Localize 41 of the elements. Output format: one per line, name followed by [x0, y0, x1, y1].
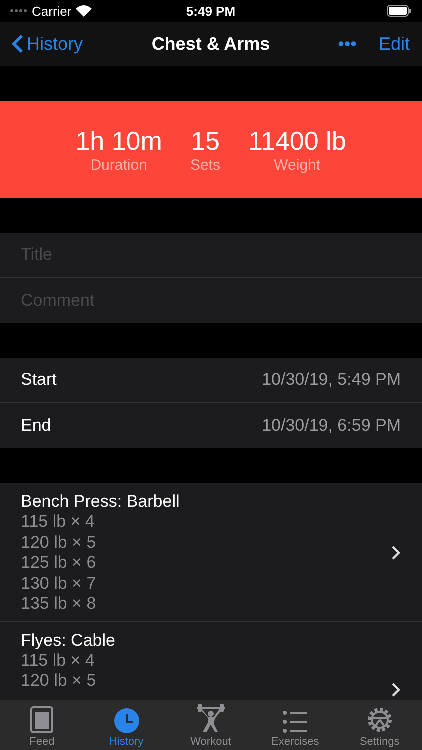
stat-value: 1h 10m	[76, 126, 162, 156]
set-entry: 125 lb × 6	[21, 553, 98, 574]
document-icon	[30, 706, 54, 734]
weightlifter-icon	[196, 704, 226, 734]
status-time: 5:49 PM	[185, 4, 237, 18]
set-entry: 130 lb × 7	[21, 574, 98, 594]
date-value[interactable]: 10/30/19, 5:49 PM	[262, 370, 401, 390]
signal-icon	[10, 9, 28, 13]
set-entry: 120 lb × 5	[21, 671, 98, 692]
set-entry: 120 lb × 5	[21, 532, 98, 553]
set-entry: 115 lb × 4	[21, 512, 96, 532]
back-chevron-icon	[12, 34, 24, 54]
tab-item[interactable]: Feed	[0, 700, 84, 750]
edit-button[interactable]: Edit	[378, 34, 410, 54]
tab-item[interactable]: Exercises	[253, 700, 338, 750]
carrier-name: Carrier	[32, 4, 72, 18]
clock-icon	[114, 708, 140, 734]
stat-label: Sets	[190, 156, 220, 174]
set-entry: 135 lb × 8	[21, 594, 98, 614]
date-value[interactable]: 10/30/19, 6:59 PM	[262, 416, 401, 436]
screen-title: Chest & Arms	[150, 34, 272, 54]
exercise-name[interactable]: Bench Press: Barbell	[21, 491, 391, 512]
set-entry: 115 lb × 4	[21, 650, 96, 671]
tab-item[interactable]: History	[84, 700, 169, 750]
wifi-icon	[76, 5, 92, 17]
battery-icon	[387, 5, 412, 17]
stat-value: 15	[190, 126, 220, 156]
chevron-icon	[391, 682, 401, 698]
back-button[interactable]: History	[12, 34, 84, 54]
tab-item[interactable]: Workout	[168, 700, 254, 750]
stat-label: Weight	[274, 156, 321, 174]
row-label: End	[21, 416, 52, 436]
stat-value: 11400 lb	[248, 126, 346, 156]
exercise-name[interactable]: Flyes: Cable	[21, 630, 391, 650]
list-icon	[282, 710, 308, 734]
settings-icon	[366, 706, 394, 734]
more-button[interactable]: •••	[338, 34, 357, 54]
row-label: Start	[21, 370, 57, 390]
chevron-icon	[391, 544, 401, 561]
tab-item[interactable]: Settings	[338, 700, 422, 750]
stat-label: Duration	[90, 156, 148, 174]
